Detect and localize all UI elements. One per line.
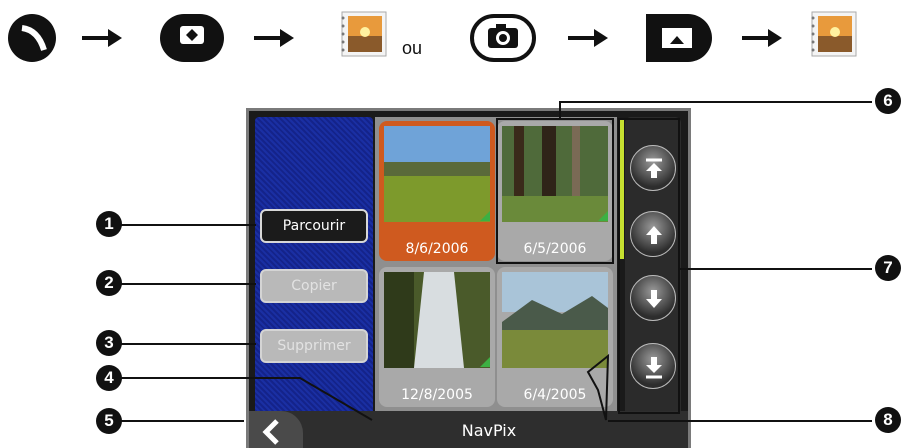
callout-4: 4 bbox=[96, 365, 122, 391]
callout-2: 2 bbox=[96, 270, 122, 296]
callout-6: 6 bbox=[875, 88, 901, 114]
callout-5: 5 bbox=[96, 408, 122, 434]
callout-7: 7 bbox=[875, 255, 901, 281]
callout-8: 8 bbox=[875, 407, 901, 433]
callout-lines bbox=[120, 101, 610, 421]
callout-1: 1 bbox=[96, 211, 122, 237]
callout-3: 3 bbox=[96, 330, 122, 356]
